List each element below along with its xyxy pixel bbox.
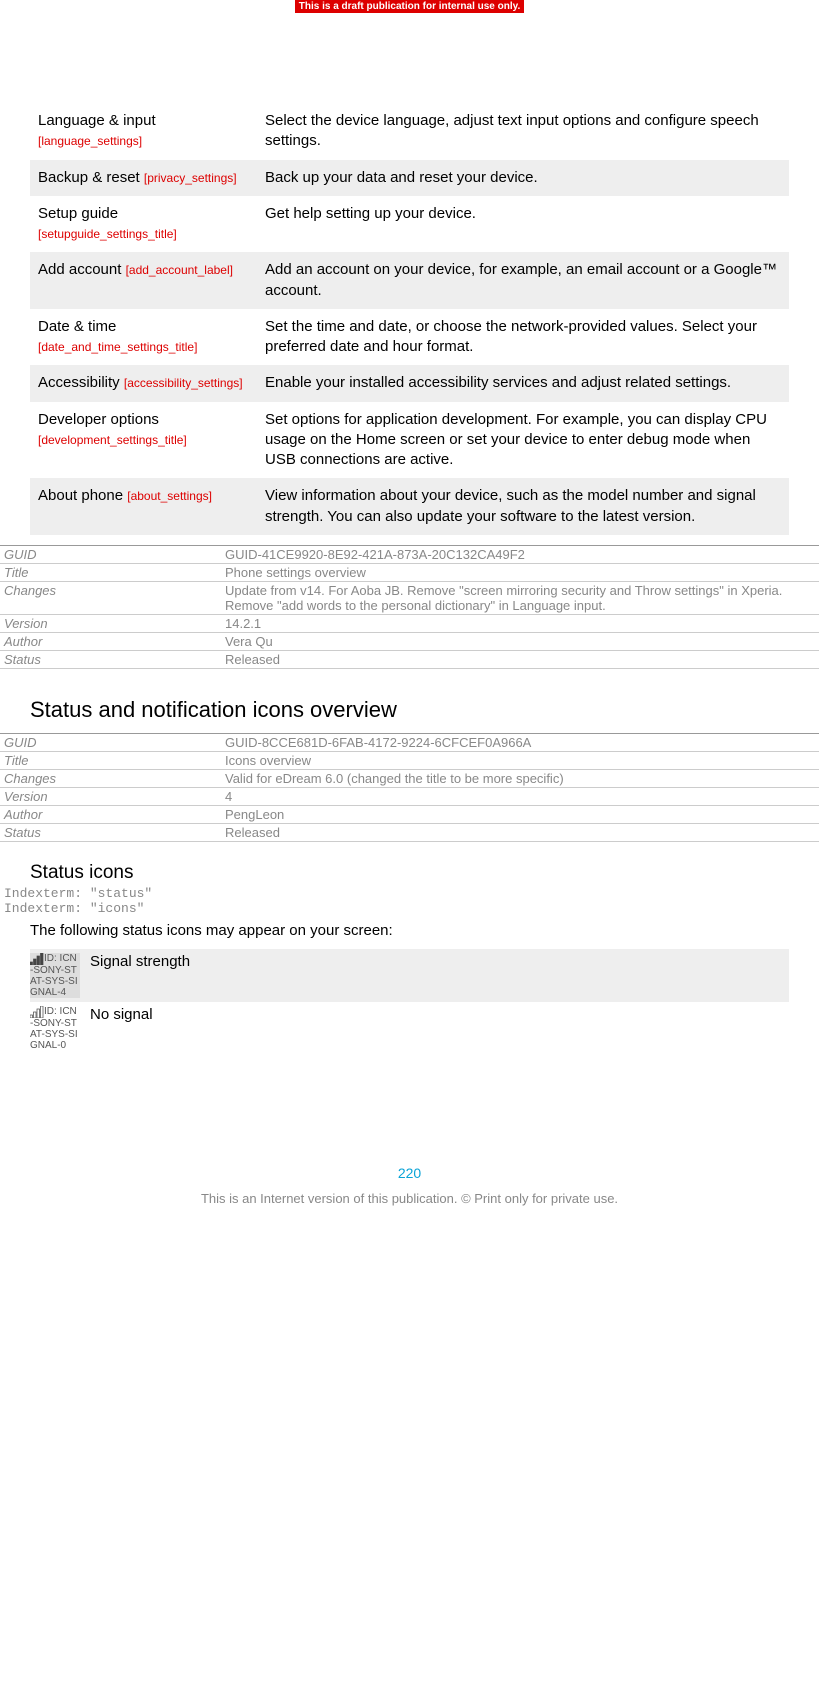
subsection-heading: Status icons (30, 862, 819, 884)
settings-name: Developer options [development_settings_… (30, 410, 265, 471)
intro-text: The following status icons may appear on… (30, 922, 789, 939)
signal-icon: ID: ICN-SONY-STAT-SYS-SIGNAL-0 (30, 1006, 80, 1051)
settings-description: Back up your data and reset your device. (265, 168, 789, 188)
meta-value: 4 (225, 789, 819, 804)
meta-row: GUIDGUID-8CCE681D-6FAB-4172-9224-6CFCEF0… (0, 734, 819, 752)
footer-text: This is an Internet version of this publ… (0, 1191, 819, 1226)
settings-row: Date & time [date_and_time_settings_titl… (30, 309, 789, 366)
meta-row: TitleIcons overview (0, 752, 819, 770)
settings-name: Date & time [date_and_time_settings_titl… (30, 317, 265, 358)
settings-row: Setup guide [setupguide_settings_title]G… (30, 196, 789, 253)
meta-value: GUID-8CCE681D-6FAB-4172-9224-6CFCEF0A966… (225, 735, 819, 750)
settings-row: Add account [add_account_label]Add an ac… (30, 252, 789, 309)
icon-description: No signal (80, 1006, 789, 1051)
meta-row: GUIDGUID-41CE9920-8E92-421A-873A-20C132C… (0, 546, 819, 564)
settings-description: Add an account on your device, for examp… (265, 260, 789, 301)
meta-value: 14.2.1 (225, 616, 819, 631)
icon-row: ID: ICN-SONY-STAT-SYS-SIGNAL-4Signal str… (30, 949, 789, 1002)
settings-row: Backup & reset [privacy_settings]Back up… (30, 160, 789, 196)
meta-key: Version (0, 789, 225, 804)
meta-value: Update from v14. For Aoba JB. Remove "sc… (225, 583, 819, 613)
meta-value: Phone settings overview (225, 565, 819, 580)
settings-name: Add account [add_account_label] (30, 260, 265, 301)
meta-key: GUID (0, 735, 225, 750)
status-icons-table: ID: ICN-SONY-STAT-SYS-SIGNAL-4Signal str… (30, 949, 789, 1055)
meta-table-2: GUIDGUID-8CCE681D-6FAB-4172-9224-6CFCEF0… (0, 733, 819, 842)
meta-value: Icons overview (225, 753, 819, 768)
settings-name: Setup guide [setupguide_settings_title] (30, 204, 265, 245)
icon-row: ID: ICN-SONY-STAT-SYS-SIGNAL-0No signal (30, 1002, 789, 1055)
settings-row: Developer options [development_settings_… (30, 402, 789, 479)
settings-description: Select the device language, adjust text … (265, 111, 789, 152)
settings-description: Set the time and date, or choose the net… (265, 317, 789, 358)
settings-description: Enable your installed accessibility serv… (265, 373, 789, 393)
meta-key: Title (0, 753, 225, 768)
meta-value: PengLeon (225, 807, 819, 822)
meta-key: GUID (0, 547, 225, 562)
meta-row: StatusReleased (0, 651, 819, 669)
meta-key: Author (0, 634, 225, 649)
meta-value: Valid for eDream 6.0 (changed the title … (225, 771, 819, 786)
meta-value: Vera Qu (225, 634, 819, 649)
settings-name: Backup & reset [privacy_settings] (30, 168, 265, 188)
settings-name: Accessibility [accessibility_settings] (30, 373, 265, 393)
meta-row: Version4 (0, 788, 819, 806)
meta-key: Changes (0, 771, 225, 786)
settings-row: Accessibility [accessibility_settings]En… (30, 365, 789, 401)
meta-key: Author (0, 807, 225, 822)
settings-table: Language & input [language_settings]Sele… (30, 103, 789, 535)
indexterm: Indexterm: "status" (4, 886, 819, 901)
meta-key: Status (0, 825, 225, 840)
page-number: 220 (0, 1165, 819, 1181)
signal-icon: ID: ICN-SONY-STAT-SYS-SIGNAL-4 (30, 953, 80, 998)
settings-description: Set options for application development.… (265, 410, 789, 471)
meta-key: Status (0, 652, 225, 667)
meta-row: ChangesUpdate from v14. For Aoba JB. Rem… (0, 582, 819, 615)
settings-description: View information about your device, such… (265, 486, 789, 527)
meta-key: Title (0, 565, 225, 580)
meta-value: GUID-41CE9920-8E92-421A-873A-20C132CA49F… (225, 547, 819, 562)
meta-row: ChangesValid for eDream 6.0 (changed the… (0, 770, 819, 788)
settings-row: About phone [about_settings]View informa… (30, 478, 789, 535)
settings-description: Get help setting up your device. (265, 204, 789, 245)
indexterms: Indexterm: "status"Indexterm: "icons" (0, 886, 819, 916)
meta-key: Changes (0, 583, 225, 613)
icon-description: Signal strength (80, 953, 789, 998)
meta-table-1: GUIDGUID-41CE9920-8E92-421A-873A-20C132C… (0, 545, 819, 669)
meta-key: Version (0, 616, 225, 631)
settings-row: Language & input [language_settings]Sele… (30, 103, 789, 160)
indexterm: Indexterm: "icons" (4, 901, 819, 916)
page-content: Language & input [language_settings]Sele… (0, 103, 819, 1256)
meta-row: AuthorVera Qu (0, 633, 819, 651)
meta-row: AuthorPengLeon (0, 806, 819, 824)
meta-row: Version14.2.1 (0, 615, 819, 633)
draft-banner: This is a draft publication for internal… (295, 0, 525, 13)
section-heading: Status and notification icons overview (30, 697, 819, 723)
meta-value: Released (225, 825, 819, 840)
meta-row: TitlePhone settings overview (0, 564, 819, 582)
meta-row: StatusReleased (0, 824, 819, 842)
settings-name: About phone [about_settings] (30, 486, 265, 527)
meta-value: Released (225, 652, 819, 667)
settings-name: Language & input [language_settings] (30, 111, 265, 152)
